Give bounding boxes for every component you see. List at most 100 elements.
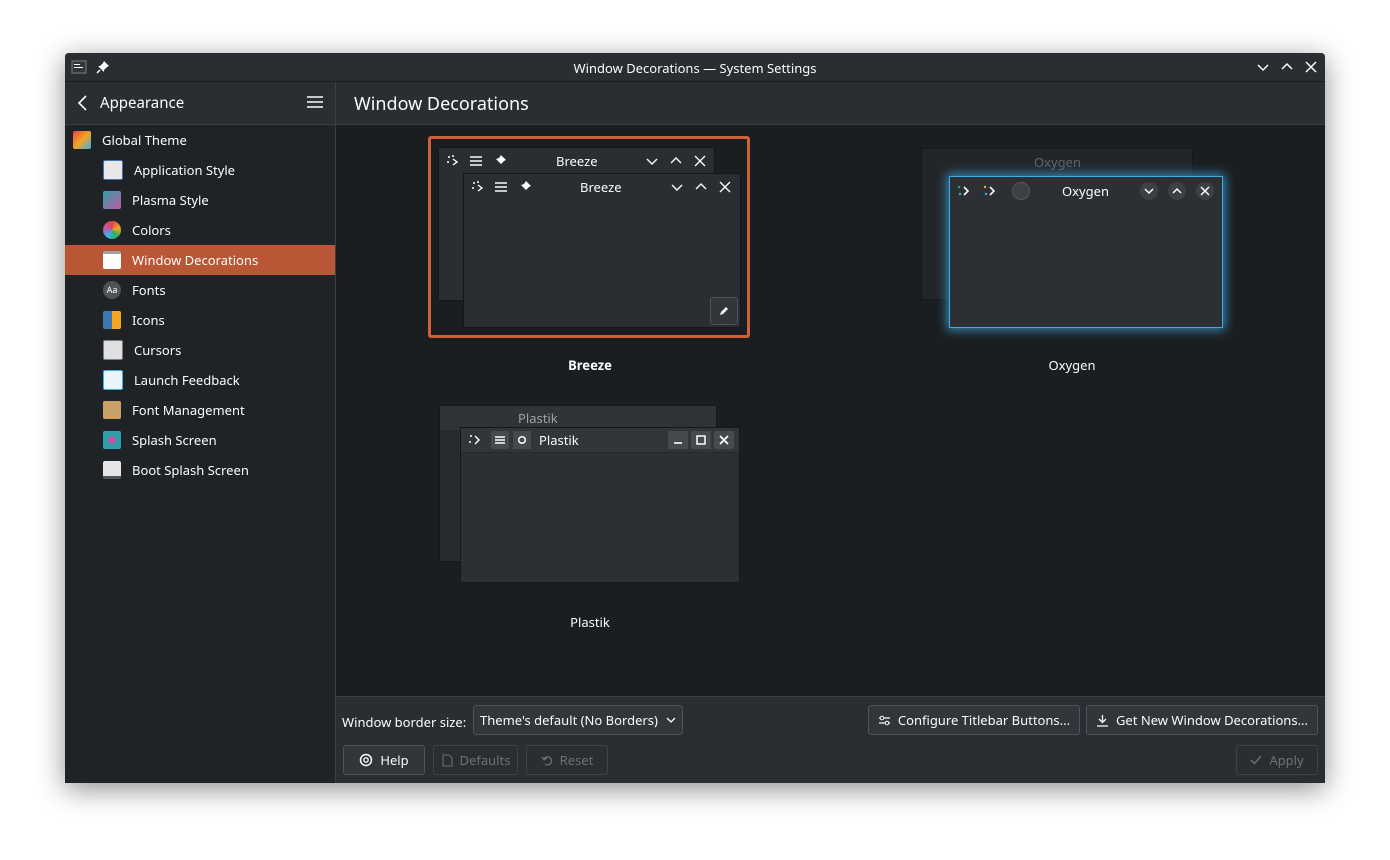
sidebar-item-fonts[interactable]: Aa Fonts	[65, 275, 335, 305]
download-icon	[1096, 714, 1108, 727]
help-label: Help	[380, 751, 409, 769]
sidebar-item-application-style[interactable]: Application Style	[65, 155, 335, 185]
cursors-icon	[103, 340, 123, 360]
sidebar-item-boot-splash-screen[interactable]: Boot Splash Screen	[65, 455, 335, 485]
get-new-decorations-button[interactable]: Get New Window Decorations...	[1086, 705, 1318, 735]
fonts-icon: Aa	[103, 281, 121, 299]
preview-title: Breeze	[556, 152, 598, 170]
app-icon	[447, 155, 459, 166]
defaults-button[interactable]: Defaults	[433, 745, 518, 775]
preview-titlebar: Plastik	[440, 406, 716, 430]
preview-title: Oxygen	[1062, 182, 1110, 200]
back-arrow-icon[interactable]	[75, 94, 91, 112]
defaults-label: Defaults	[459, 751, 511, 769]
configure-button-label: Configure Titlebar Buttons...	[897, 711, 1071, 729]
help-lifebuoy-icon	[360, 753, 373, 767]
footer-bar: Window border size: Theme's default (No …	[336, 696, 1325, 783]
close-icon	[1196, 182, 1214, 200]
pin-icon	[496, 155, 506, 164]
font-management-icon	[103, 401, 121, 419]
preview-title: Oxygen	[1034, 153, 1082, 171]
close-icon	[694, 155, 706, 167]
sidebar-item-global-theme[interactable]: Global Theme	[65, 125, 335, 155]
chevron-down-icon	[671, 184, 683, 191]
theme-card-plastik[interactable]: Plastik Plastik	[428, 400, 750, 600]
chevron-down-icon	[646, 158, 658, 165]
sidebar-header: Appearance	[65, 82, 335, 125]
theme-name-oxygen: Oxygen	[1048, 356, 1096, 374]
preview-titlebar: Oxygen	[922, 149, 1192, 175]
application-style-icon	[103, 160, 123, 180]
chevron-down-icon	[666, 717, 676, 723]
preview-titlebar: Oxygen	[950, 177, 1222, 205]
window-title: Window Decorations — System Settings	[573, 59, 817, 77]
checkmark-icon	[1250, 755, 1262, 765]
sidebar-item-label: Cursors	[134, 341, 182, 359]
sidebar-item-cursors[interactable]: Cursors	[65, 335, 335, 365]
theme-card-oxygen[interactable]: Oxygen Oxygen	[916, 145, 1236, 335]
launch-feedback-icon	[103, 370, 123, 390]
chevron-down-icon	[1257, 64, 1269, 72]
minimize-button[interactable]	[1253, 57, 1273, 77]
preview-titlebar: Plastik	[461, 428, 739, 453]
apply-button[interactable]: Apply	[1236, 745, 1318, 775]
plasma-style-icon	[103, 191, 121, 209]
sidebar-item-icons[interactable]: Icons	[65, 305, 335, 335]
main-content: Window Decorations Breeze Breeze Breeze …	[336, 82, 1325, 783]
decoration-grid: Breeze Breeze Breeze Oxygen Oxygen Oxyge…	[336, 125, 1325, 696]
sidebar-item-label: Launch Feedback	[134, 371, 240, 389]
sidebar-item-window-decorations[interactable]: Window Decorations	[65, 245, 335, 275]
border-size-select[interactable]: Theme's default (No Borders)	[473, 705, 683, 735]
configure-titlebar-buttons-button[interactable]: Configure Titlebar Buttons...	[868, 705, 1080, 735]
app-icon	[983, 185, 996, 196]
theme-card-breeze[interactable]: Breeze Breeze	[428, 136, 750, 338]
plastik-front-window-preview: Plastik	[461, 428, 739, 582]
get-new-button-label: Get New Window Decorations...	[1115, 711, 1309, 729]
sidebar-item-font-management[interactable]: Font Management	[65, 395, 335, 425]
sidebar-item-label: Global Theme	[102, 131, 187, 149]
preview-titlebar: Breeze	[439, 148, 714, 174]
configure-icon	[878, 715, 890, 725]
content-header: Window Decorations	[336, 82, 1325, 125]
app-icon	[469, 435, 480, 445]
window-titlebar: Window Decorations — System Settings	[65, 53, 1325, 82]
undo-icon	[541, 756, 552, 766]
oxygen-front-window-preview: Oxygen	[950, 177, 1222, 327]
theme-name-plastik: Plastik	[570, 613, 610, 631]
icons-icon	[103, 311, 121, 329]
preview-title: Plastik	[539, 431, 579, 449]
sidebar: Appearance Global Theme Application Styl…	[65, 82, 336, 783]
sidebar-title: Appearance	[100, 93, 185, 113]
menu-icon	[491, 431, 509, 449]
close-icon	[714, 431, 734, 449]
close-icon	[719, 181, 731, 193]
edit-decoration-button[interactable]	[710, 297, 738, 325]
maximize-icon	[691, 431, 711, 449]
on-all-desktops-icon	[513, 431, 531, 449]
sidebar-item-label: Boot Splash Screen	[132, 461, 249, 479]
page-title: Window Decorations	[354, 92, 529, 116]
theme-name-breeze: Breeze	[568, 356, 612, 374]
app-icon	[472, 181, 484, 192]
boot-splash-screen-icon	[103, 461, 121, 479]
splash-screen-icon	[103, 431, 121, 449]
sidebar-item-label: Application Style	[134, 161, 236, 179]
minimize-icon	[668, 431, 688, 449]
chevron-up-icon	[1168, 182, 1186, 200]
sidebar-item-splash-screen[interactable]: Splash Screen	[65, 425, 335, 455]
hamburger-menu-icon[interactable]	[307, 94, 323, 110]
sidebar-item-label: Colors	[132, 221, 171, 239]
preview-titlebar: Breeze	[464, 174, 740, 200]
sidebar-item-label: Window Decorations	[132, 251, 259, 269]
border-size-label: Window border size:	[342, 713, 467, 731]
chevron-up-icon	[670, 157, 682, 164]
pin-icon	[521, 181, 531, 190]
sidebar-item-label: Font Management	[132, 401, 245, 419]
reset-button[interactable]: Reset	[526, 745, 608, 775]
maximize-button[interactable]	[1277, 57, 1297, 77]
sidebar-item-colors[interactable]: Colors	[65, 215, 335, 245]
help-button[interactable]: Help	[343, 745, 425, 775]
sidebar-item-launch-feedback[interactable]: Launch Feedback	[65, 365, 335, 395]
close-button[interactable]	[1301, 57, 1321, 77]
sidebar-item-plasma-style[interactable]: Plasma Style	[65, 185, 335, 215]
